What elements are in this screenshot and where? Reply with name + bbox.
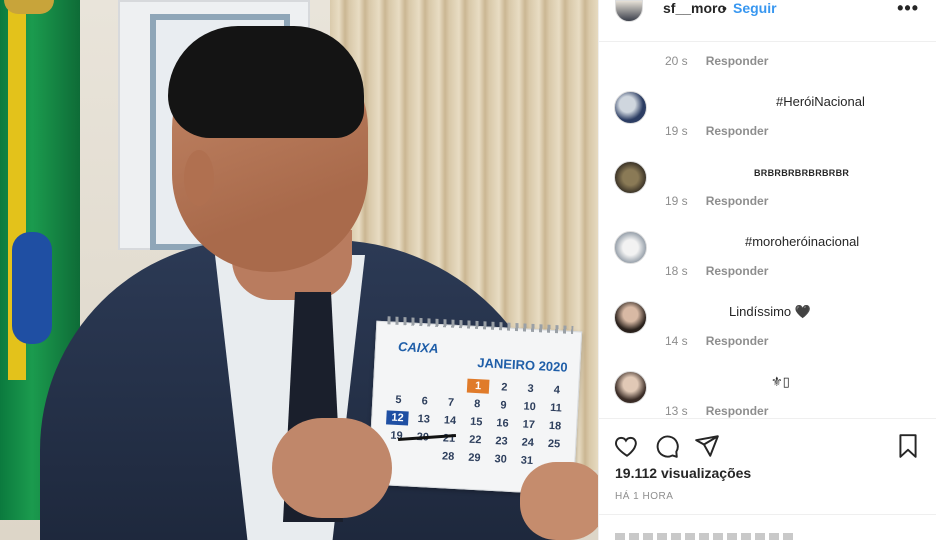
comment-icon[interactable] xyxy=(654,433,680,459)
calendar-day xyxy=(410,448,433,463)
comment-meta: 20 s Responder xyxy=(665,54,768,68)
follow-button[interactable]: Seguir xyxy=(733,0,777,16)
add-comment-bar[interactable] xyxy=(599,514,936,540)
bookmark-icon[interactable] xyxy=(895,433,921,459)
comment-item: #moroheróinacional 18 s Responder xyxy=(599,230,936,300)
post-video[interactable]: CAIXA JANEIRO 2020 1 2 3 4 5 6 7 8 9 10 11 12 13 14 15… xyxy=(0,0,598,540)
calendar-day: 13 xyxy=(417,413,431,426)
comments-list[interactable]: 20 s Responder #HeróiNacional 19 s Respond… xyxy=(599,42,936,418)
comment-text: BRBRBRBRBRBRBR xyxy=(754,168,850,178)
calendar-day xyxy=(414,376,437,391)
calendar-day: 11 xyxy=(549,401,563,415)
commenter-avatar[interactable] xyxy=(614,301,647,334)
comment-meta: 13 s Responder xyxy=(665,404,768,418)
person-hair xyxy=(168,26,364,138)
comment-item: ⚜▯ 13 s Responder xyxy=(599,370,936,418)
commenter-avatar[interactable] xyxy=(614,371,647,404)
calendar-day: 2 xyxy=(501,381,508,394)
header-separator: • xyxy=(722,0,727,16)
calendar-day: 25 xyxy=(547,437,561,451)
calendar-day: 12 xyxy=(386,410,410,426)
calendar-day: 6 xyxy=(421,395,429,408)
calendar-day: 19 xyxy=(390,429,404,443)
flag-blue-globe xyxy=(12,232,52,344)
author-username[interactable]: sf__moro xyxy=(663,0,726,16)
author-avatar[interactable] xyxy=(615,0,643,22)
calendar-day: 15 xyxy=(469,415,483,429)
comment-time: 13 s xyxy=(665,404,688,418)
reply-button[interactable]: Responder xyxy=(706,194,769,208)
calendar-day: 9 xyxy=(500,399,507,412)
calendar-month: JANEIRO 2020 xyxy=(476,355,568,375)
calendar-day: 30 xyxy=(494,453,508,466)
comment-text: #moroheróinacional xyxy=(745,234,860,249)
calendar-day: 31 xyxy=(520,454,534,468)
comment-time: 18 s xyxy=(665,264,688,278)
view-count[interactable]: 19.112 visualizações xyxy=(615,465,751,481)
comment-item: Lindíssimo 🖤 14 s Responder xyxy=(599,300,936,370)
reply-button[interactable]: Responder xyxy=(706,54,769,68)
instagram-post-view: CAIXA JANEIRO 2020 1 2 3 4 5 6 7 8 9 10 11 12 13 14 15… xyxy=(0,0,936,540)
comment-meta: 19 s Responder xyxy=(665,124,768,138)
reply-button[interactable]: Responder xyxy=(706,264,769,278)
calendar-day: 3 xyxy=(527,382,535,396)
comment-item: #HeróiNacional 19 s Responder xyxy=(599,90,936,160)
flag-pole-top xyxy=(4,0,54,14)
reply-button[interactable]: Responder xyxy=(706,124,769,138)
calendar-day: 16 xyxy=(496,417,509,430)
commenter-avatar[interactable] xyxy=(614,231,647,264)
more-options-icon[interactable]: ••• xyxy=(897,0,919,19)
calendar-day: 21 xyxy=(442,432,456,445)
post-header: sf__moro • Seguir ••• xyxy=(599,0,936,42)
calendar-day: 29 xyxy=(467,451,481,465)
calendar-day: 22 xyxy=(468,433,482,447)
comment-text: Lindíssimo 🖤 xyxy=(729,304,811,319)
comment-text: #HeróiNacional xyxy=(776,94,865,109)
calendar-day xyxy=(388,374,411,389)
calendar-day: 8 xyxy=(473,397,481,411)
person-hand-left xyxy=(272,418,392,518)
calendar-day: 24 xyxy=(521,436,535,450)
calendar-day: 10 xyxy=(523,400,537,414)
calendar-day: 1 xyxy=(466,378,490,394)
post-timestamp: HÁ 1 HORA xyxy=(615,491,674,502)
calendar-day: 14 xyxy=(443,414,457,428)
reply-button[interactable]: Responder xyxy=(706,404,769,418)
share-icon[interactable] xyxy=(694,433,720,459)
calendar-day: 17 xyxy=(522,418,536,432)
calendar-day: 23 xyxy=(495,435,508,448)
heart-icon[interactable] xyxy=(614,433,640,459)
comment-time: 14 s xyxy=(665,334,688,348)
comment-time: 19 s xyxy=(665,124,688,138)
calendar-brand: CAIXA xyxy=(397,338,439,356)
calendar-day xyxy=(440,377,463,392)
comment-meta: 19 s Responder xyxy=(665,194,768,208)
commenter-avatar[interactable] xyxy=(614,161,647,194)
post-actions: 19.112 visualizações HÁ 1 HORA xyxy=(599,418,936,514)
reply-button[interactable]: Responder xyxy=(706,334,769,348)
add-comment-placeholder[interactable] xyxy=(615,533,795,540)
calendar-day: 5 xyxy=(395,393,402,407)
comment-text: ⚜▯ xyxy=(771,374,790,389)
calendar-day: 18 xyxy=(548,419,562,433)
calendar-day: 7 xyxy=(447,396,455,409)
person-hand-right xyxy=(520,462,598,540)
person-ear xyxy=(184,150,214,206)
calendar-day: 28 xyxy=(441,450,455,463)
calendar-day: 4 xyxy=(553,384,561,397)
comment-item: BRBRBRBRBRBRBR 19 s Responder xyxy=(599,160,936,230)
comment-time: 19 s xyxy=(665,194,688,208)
post-sidebar: sf__moro • Seguir ••• 20 s Responder #Her… xyxy=(598,0,936,540)
comment-meta: 14 s Responder xyxy=(665,334,768,348)
commenter-avatar[interactable] xyxy=(614,91,647,124)
comment-time: 20 s xyxy=(665,54,688,68)
comment-meta: 18 s Responder xyxy=(665,264,768,278)
